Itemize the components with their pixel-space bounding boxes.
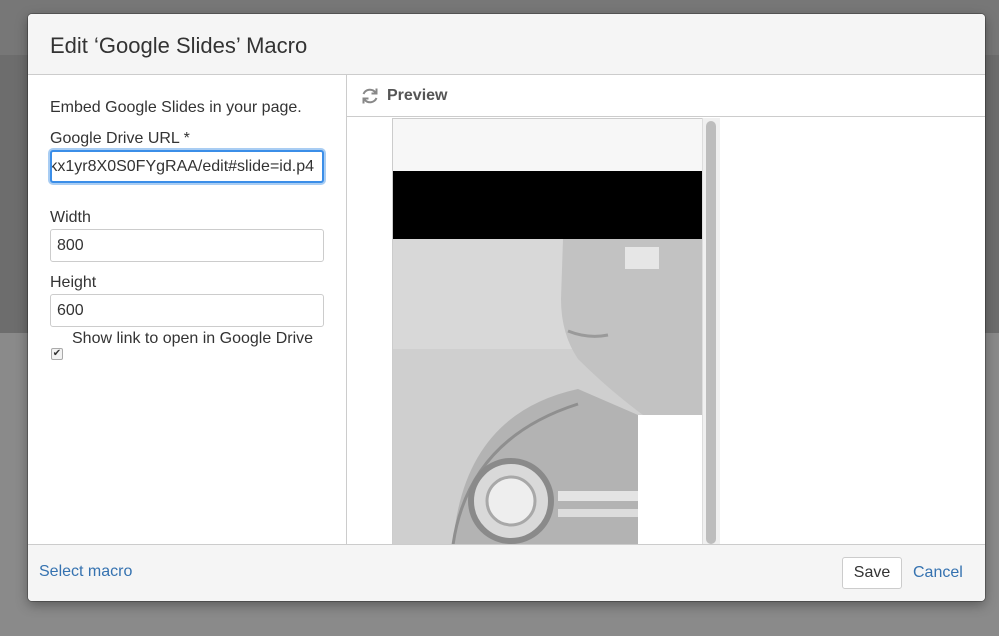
width-label: Width	[50, 209, 91, 226]
dialog-title: Edit ‘Google Slides’ Macro	[50, 33, 308, 58]
cancel-link[interactable]: Cancel	[913, 564, 963, 582]
slide-header-bar	[393, 171, 703, 239]
slides-preview-frame[interactable]	[392, 118, 704, 544]
preview-toolbar: Preview	[347, 75, 985, 117]
dialog-footer: Select macro Save Cancel	[28, 544, 985, 601]
show-link-label: Show link to open in Google Drive	[72, 330, 314, 347]
width-field[interactable]	[50, 229, 324, 262]
macro-description: Embed Google Slides in your page.	[50, 99, 302, 116]
refresh-icon[interactable]	[360, 86, 380, 106]
url-field[interactable]: ikx1yr8X0S0FYgRAA/edit#slide=id.p4	[50, 150, 324, 183]
preview-panel: Preview	[347, 75, 985, 544]
url-field-value: ikx1yr8X0S0FYgRAA/edit#slide=id.p4	[50, 158, 314, 175]
macro-parameters-panel: Embed Google Slides in your page. Google…	[28, 75, 347, 544]
show-link-checkbox[interactable]: ✔	[51, 348, 63, 360]
select-macro-link[interactable]: Select macro	[39, 563, 132, 581]
macro-dialog: Edit ‘Google Slides’ Macro Embed Google …	[28, 14, 985, 601]
height-label: Height	[50, 274, 97, 291]
preview-label: Preview	[387, 87, 448, 104]
height-field[interactable]	[50, 294, 324, 327]
url-label: Google Drive URL *	[50, 130, 190, 147]
dialog-header: Edit ‘Google Slides’ Macro	[28, 14, 985, 75]
preview-scrollbar-thumb[interactable]	[706, 121, 716, 544]
slide-white-block	[638, 415, 703, 544]
save-button[interactable]: Save	[842, 557, 902, 589]
